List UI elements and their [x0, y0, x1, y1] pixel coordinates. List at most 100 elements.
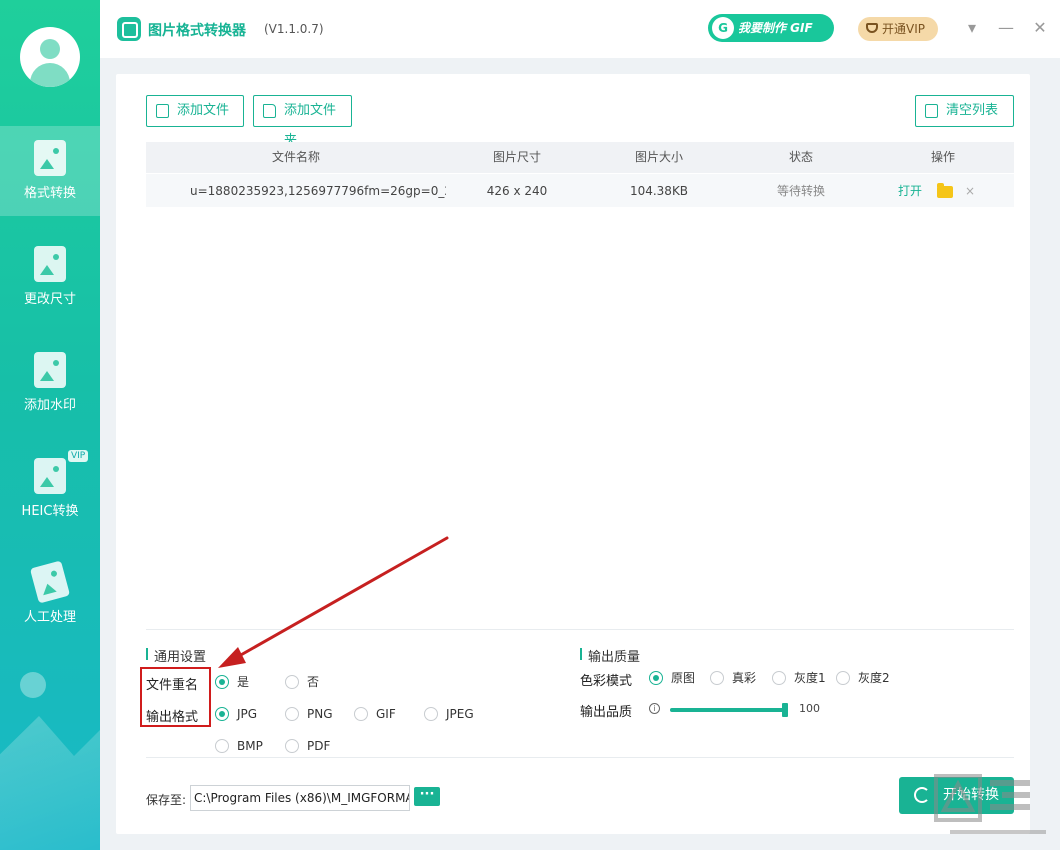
sidebar-item-manual[interactable]: 人工处理: [0, 550, 100, 640]
vip-badge: VIP: [68, 450, 89, 462]
save-to-label: 保存至:: [146, 793, 187, 807]
radio-dot-icon: [649, 671, 663, 685]
app-window: 格式转换 更改尺寸 添加水印 VIP HEIC转换 人工处理 图片格式转换器 (…: [0, 0, 1060, 850]
file-name-cell: u=1880235923,1256977796fm=26gp=0_235: [190, 184, 446, 198]
color-original-radio[interactable]: 原图: [649, 671, 695, 685]
format-gif-radio[interactable]: GIF: [354, 707, 396, 721]
sidebar-item-label: 添加水印: [23, 398, 76, 413]
color-gray1-radio[interactable]: 灰度1: [772, 671, 826, 685]
add-file-label: 添加文件: [177, 103, 230, 118]
color-mode-label: 色彩模式: [580, 674, 633, 689]
format-jpg-label: JPG: [237, 707, 258, 721]
radio-dot-icon: [772, 671, 786, 685]
decorative-circle: [20, 672, 46, 698]
color-truecolor-radio[interactable]: 真彩: [710, 671, 756, 685]
quality-slider-fill: [670, 708, 788, 712]
refresh-icon: [914, 787, 930, 803]
filesize-cell: 104.38KB: [629, 184, 689, 198]
status-cell: 等待转换: [776, 184, 825, 198]
radio-dot-icon: [354, 707, 368, 721]
open-link[interactable]: 打开: [896, 174, 924, 207]
add-file-icon: [156, 104, 169, 118]
open-link-label: 打开: [897, 184, 922, 198]
browse-path-button[interactable]: ···: [414, 787, 440, 806]
format-bmp-radio[interactable]: BMP: [215, 739, 263, 753]
make-gif-label: 我要制作 GIF: [738, 21, 813, 35]
settings-divider: [146, 629, 1014, 630]
format-jpeg-label: JPEG: [446, 707, 474, 721]
color-gray2-radio[interactable]: 灰度2: [836, 671, 890, 685]
column-header-name: 文件名称: [271, 150, 320, 164]
dimensions-cell: 426 x 240: [486, 184, 548, 198]
column-header-status: 状态: [788, 150, 813, 164]
rename-yes-radio[interactable]: 是: [215, 675, 249, 689]
sidebar-item-resize[interactable]: 更改尺寸: [0, 232, 100, 322]
image-resize-icon: [34, 246, 66, 282]
format-png-radio[interactable]: PNG: [285, 707, 333, 721]
gif-logo-icon: G: [712, 17, 734, 39]
radio-dot-icon: [285, 739, 299, 753]
delete-icon: ×: [964, 184, 976, 198]
make-gif-button[interactable]: G 我要制作 GIF: [708, 14, 834, 42]
radio-dot-icon: [424, 707, 438, 721]
sidebar-item-heic[interactable]: VIP HEIC转换: [0, 444, 100, 534]
table-row[interactable]: u=1880235923,1256977796fm=26gp=0_235 426…: [146, 173, 1014, 207]
color-original-label: 原图: [671, 671, 696, 685]
trash-icon: [925, 104, 938, 118]
color-truecolor-label: 真彩: [732, 671, 757, 685]
quality-value: 100: [799, 702, 820, 715]
format-gif-label: GIF: [376, 707, 396, 721]
output-quality-label: 输出品质: [580, 705, 633, 720]
highlight-box: [140, 667, 211, 727]
minimize-icon[interactable]: —: [996, 18, 1016, 38]
watermark-logo: [934, 774, 1046, 834]
radio-dot-icon: [215, 739, 229, 753]
quality-slider[interactable]: [670, 703, 788, 717]
footer-divider: [146, 757, 1014, 758]
add-file-button[interactable]: 添加文件: [146, 95, 244, 127]
avatar[interactable]: [20, 27, 80, 87]
output-quality-title: 输出质量: [580, 646, 640, 665]
info-icon[interactable]: i: [649, 703, 660, 714]
format-bmp-label: BMP: [237, 739, 263, 753]
radio-dot-icon: [215, 675, 229, 689]
rename-no-label: 否: [307, 675, 320, 689]
dropdown-menu-icon[interactable]: ▾: [962, 18, 982, 38]
radio-dot-icon: [710, 671, 724, 685]
add-folder-icon: [263, 104, 276, 118]
format-pdf-radio[interactable]: PDF: [285, 739, 330, 753]
decorative-mountains: [0, 700, 100, 850]
column-header-filesize: 图片大小: [634, 150, 683, 164]
manual-process-icon: [29, 560, 71, 604]
open-vip-button[interactable]: 开通VIP: [858, 17, 938, 41]
radio-dot-icon: [215, 707, 229, 721]
image-convert-icon: [34, 140, 66, 176]
quality-slider-thumb[interactable]: [782, 703, 788, 717]
format-pdf-label: PDF: [307, 739, 331, 753]
folder-icon: [937, 182, 953, 198]
sidebar: 格式转换 更改尺寸 添加水印 VIP HEIC转换 人工处理: [0, 0, 100, 850]
color-gray2-label: 灰度2: [858, 671, 890, 685]
add-folder-button[interactable]: 添加文件夹: [253, 95, 352, 148]
clear-list-button[interactable]: 清空列表: [915, 95, 1014, 127]
app-version: (V1.1.0.7): [264, 22, 324, 36]
format-jpeg-radio[interactable]: JPEG: [424, 707, 474, 721]
diamond-icon: [866, 23, 878, 33]
format-jpg-radio[interactable]: JPG: [215, 707, 257, 721]
sidebar-item-label: 更改尺寸: [23, 292, 76, 307]
output-path-field[interactable]: C:\Program Files (x86)\M_IMGFORMAT: [190, 785, 410, 811]
app-title: 图片格式转换器: [148, 23, 246, 39]
open-folder-button[interactable]: [934, 174, 956, 207]
radio-dot-icon: [836, 671, 850, 685]
radio-dot-icon: [285, 707, 299, 721]
close-icon[interactable]: ✕: [1030, 18, 1050, 38]
column-header-dimensions: 图片尺寸: [492, 150, 541, 164]
column-header-actions: 操作: [930, 150, 955, 164]
avatar-body-icon: [30, 63, 70, 87]
rename-no-radio[interactable]: 否: [285, 675, 319, 689]
remove-row-button[interactable]: ×: [962, 174, 978, 207]
open-vip-label: 开通VIP: [882, 22, 925, 36]
sidebar-item-watermark[interactable]: 添加水印: [0, 338, 100, 428]
radio-dot-icon: [285, 675, 299, 689]
sidebar-item-format-convert[interactable]: 格式转换: [0, 126, 100, 216]
